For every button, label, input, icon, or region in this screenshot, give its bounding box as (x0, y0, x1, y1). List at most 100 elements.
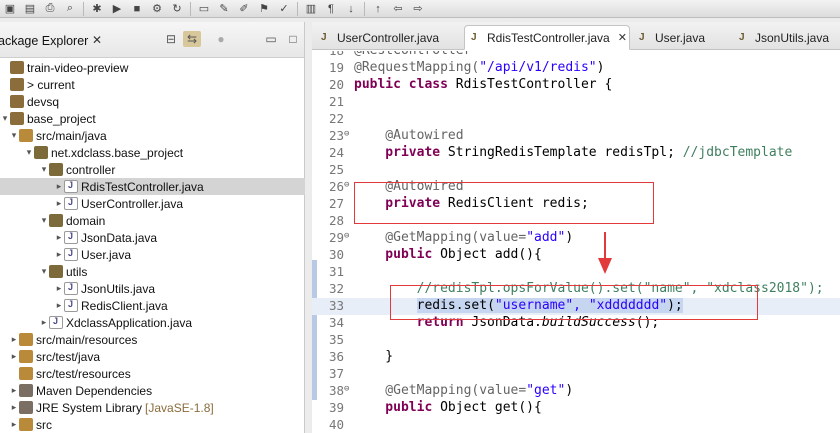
code-text: public class RdisTestController { (354, 77, 612, 92)
collapsed-arrow-icon[interactable]: ▸ (9, 351, 19, 362)
tree-item[interactable]: devsq (0, 93, 305, 110)
toolbar-separator (83, 1, 84, 16)
tree-item[interactable]: > current (0, 76, 305, 93)
editor-tab[interactable]: J UserController.java (314, 25, 462, 50)
code-line[interactable]: 35 (312, 332, 840, 349)
code-line[interactable]: 31 (312, 264, 840, 281)
toolbar-separator (364, 1, 365, 16)
tree-item[interactable]: ▸ JRE System Library [JavaSE-1.8] (0, 399, 305, 416)
pencil-icon[interactable]: ✐ (234, 1, 254, 17)
tree-item[interactable]: ▸ XdclassApplication.java (0, 314, 305, 331)
collapsed-arrow-icon[interactable]: ▸ (39, 317, 49, 328)
filter-icon[interactable]: ⚑ (254, 1, 274, 17)
collapsed-arrow-icon[interactable]: ▸ (9, 385, 19, 396)
highlight-icon[interactable]: ✓ (274, 1, 294, 17)
maximize-icon[interactable]: □ (284, 31, 302, 47)
navigate-down-icon[interactable]: ↓ (341, 1, 361, 17)
refresh-icon[interactable]: ↻ (167, 1, 187, 17)
collapsed-arrow-icon[interactable]: ▸ (54, 232, 64, 243)
forward-icon[interactable]: ⇨ (408, 1, 428, 17)
java-file-icon: J (321, 32, 327, 43)
code-line[interactable]: 21 (312, 94, 840, 111)
save-all-icon[interactable]: ▤ (20, 1, 40, 17)
expanded-arrow-icon[interactable]: ▾ (39, 164, 49, 175)
save-icon[interactable]: ▣ (0, 1, 20, 17)
collapsed-arrow-icon[interactable]: ▸ (54, 283, 64, 294)
tree-item[interactable]: src/test/resources (0, 365, 305, 382)
code-line[interactable]: 20 public class RdisTestController { (312, 77, 840, 94)
open-folder-icon[interactable]: ▭ (194, 1, 214, 17)
tree-item[interactable]: ▸ src/main/resources (0, 331, 305, 348)
collapse-all-icon[interactable]: ⊟ (162, 31, 180, 47)
fold-toggle-icon[interactable]: ⊖ (344, 384, 349, 394)
debug-icon[interactable]: ✱ (87, 1, 107, 17)
code-line[interactable]: 30 public Object add(){ (312, 247, 840, 264)
tree-item[interactable]: train-video-preview (0, 59, 305, 76)
tree-item[interactable]: ▾ src/main/java (0, 127, 305, 144)
code-line[interactable]: 29 ⊖ @GetMapping(value="add") (312, 230, 840, 247)
tree-item[interactable]: ▸ RdisTestController.java (0, 178, 305, 195)
code-line[interactable]: 18 @RestController (312, 51, 840, 60)
navigate-up-icon[interactable]: ↑ (368, 1, 388, 17)
tree-item[interactable]: ▸ JsonData.java (0, 229, 305, 246)
close-tab-icon[interactable]: ✕ (618, 31, 627, 44)
collapsed-arrow-icon[interactable]: ▸ (54, 249, 64, 260)
collapsed-arrow-icon[interactable]: ▸ (9, 419, 19, 430)
collapsed-arrow-icon[interactable]: ▸ (9, 334, 19, 345)
print-icon[interactable]: ⎙ (40, 1, 60, 17)
editor-tab[interactable]: J JsonUtils.java (732, 25, 836, 50)
back-icon[interactable]: ⇦ (388, 1, 408, 17)
editor-tab[interactable]: J User.java (632, 25, 730, 50)
code-line[interactable]: 40 (312, 417, 840, 433)
expanded-arrow-icon[interactable]: ▾ (9, 130, 19, 141)
code-line[interactable]: 37 (312, 366, 840, 383)
collapsed-arrow-icon[interactable]: ▸ (54, 198, 64, 209)
code-line[interactable]: 24 private StringRedisTemplate redisTpl;… (312, 145, 840, 162)
code-line[interactable]: 23 ⊖ @Autowired (312, 128, 840, 145)
fold-toggle-icon[interactable]: ⊖ (344, 231, 349, 241)
tree-item[interactable]: ▸ UserController.java (0, 195, 305, 212)
code-line[interactable]: 22 (312, 111, 840, 128)
tree-item[interactable]: ▸ User.java (0, 246, 305, 263)
tree-item[interactable]: ▸ src/test/java (0, 348, 305, 365)
code-area[interactable]: 18 @RestController 19 @RequestMapping("/api… (312, 51, 840, 433)
stop-icon[interactable]: ■ (127, 1, 147, 17)
tree-item[interactable]: ▾ domain (0, 212, 305, 229)
layout-icon[interactable]: ▥ (301, 1, 321, 17)
expanded-arrow-icon[interactable]: ▾ (24, 147, 34, 158)
tree-item[interactable]: ▾ net.xdclass.base_project (0, 144, 305, 161)
tree-item[interactable]: ▸ src (0, 416, 305, 433)
tree-item[interactable]: ▾ utils (0, 263, 305, 280)
expanded-arrow-icon[interactable]: ▾ (39, 266, 49, 277)
expanded-arrow-icon[interactable]: ▾ (0, 113, 10, 124)
build-icon[interactable]: ⚙ (147, 1, 167, 17)
code-line[interactable]: 25 (312, 162, 840, 179)
collapsed-arrow-icon[interactable]: ▸ (54, 181, 64, 192)
search-icon[interactable]: ⌕ (60, 1, 80, 17)
fold-toggle-icon[interactable]: ⊖ (344, 129, 349, 139)
code-line[interactable]: 38 ⊖ @GetMapping(value="get") (312, 383, 840, 400)
code-line[interactable]: 19 @RequestMapping("/api/v1/redis") (312, 60, 840, 77)
run-icon[interactable]: ▶ (107, 1, 127, 17)
minimize-icon[interactable]: ▭ (262, 31, 280, 47)
expanded-arrow-icon[interactable]: ▾ (39, 215, 49, 226)
link-with-editor-icon[interactable]: ⇆ (183, 31, 201, 47)
project-icon (10, 95, 24, 108)
paragraph-icon[interactable]: ¶ (321, 1, 341, 17)
tree-item[interactable]: ▸ JsonUtils.java (0, 280, 305, 297)
code-line[interactable]: 36 } (312, 349, 840, 366)
code-line[interactable]: 39 public Object get(){ (312, 400, 840, 417)
collapsed-arrow-icon[interactable]: ▸ (54, 300, 64, 311)
tree-item[interactable]: ▸ RedisClient.java (0, 297, 305, 314)
close-icon[interactable]: ✕ (92, 33, 102, 47)
tree-item[interactable]: ▾ base_project (0, 110, 305, 127)
tree-item-label: RedisClient.java (81, 298, 168, 313)
tree-item[interactable]: ▸ Maven Dependencies (0, 382, 305, 399)
code-token: RdisTestController { (455, 77, 613, 92)
collapsed-arrow-icon[interactable]: ▸ (9, 402, 19, 413)
tree-item[interactable]: ▾ controller (0, 161, 305, 178)
focus-icon[interactable]: ● (212, 31, 230, 47)
fold-toggle-icon[interactable]: ⊖ (344, 180, 349, 190)
edit-icon[interactable]: ✎ (214, 1, 234, 17)
editor-tab[interactable]: J RdisTestController.java ✕ (464, 25, 630, 50)
